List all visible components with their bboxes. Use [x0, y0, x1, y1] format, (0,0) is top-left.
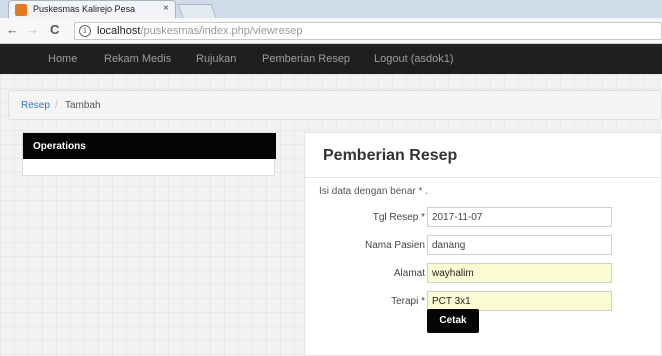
alamat-field[interactable] [427, 263, 612, 283]
nav-home[interactable]: Home [48, 53, 77, 65]
operations-header: Operations [23, 133, 276, 159]
form-hint: Isi data dengan benar * . [319, 186, 428, 197]
nav-rujukan[interactable]: Rujukan [196, 53, 236, 65]
nav-rekam-medis[interactable]: Rekam Medis [104, 53, 171, 65]
page-content: Resep / Tambah Operations Pemberian Rese… [0, 74, 662, 356]
top-navbar: Home Rekam Medis Rujukan Pemberian Resep… [0, 44, 662, 74]
breadcrumb-separator: / [55, 100, 58, 111]
title-divider [305, 177, 662, 178]
alamat-label: Alamat [393, 268, 425, 279]
breadcrumb-link-resep[interactable]: Resep [21, 100, 50, 111]
tab-title: Puskesmas Kalirejo Pesa [33, 4, 136, 14]
nav-logout[interactable]: Logout (asdok1) [374, 53, 454, 65]
breadcrumb-current: Tambah [65, 100, 101, 111]
tgl-resep-field[interactable] [427, 207, 612, 227]
back-icon[interactable]: ← [6, 22, 19, 37]
url-path: /puskesmas/index.php/viewresep [140, 25, 303, 37]
browser-tab-strip: Puskesmas Kalirejo Pesa × [0, 0, 662, 18]
tgl-resep-label: Tgl Resep * [372, 212, 425, 223]
reload-icon[interactable]: C [50, 22, 59, 37]
terapi-field[interactable] [427, 291, 612, 311]
new-tab-button[interactable] [177, 4, 217, 18]
form-panel: Pemberian Resep Isi data dengan benar * … [304, 132, 662, 356]
address-bar: ← → C i localhost/puskesmas/index.php/vi… [0, 18, 662, 44]
favicon-icon [15, 4, 27, 16]
close-tab-icon[interactable]: × [163, 3, 169, 14]
terapi-label: Terapi * [391, 296, 425, 307]
forward-icon[interactable]: → [26, 22, 39, 37]
nama-pasien-field[interactable] [427, 235, 612, 255]
operations-title: Operations [33, 141, 86, 152]
url-input[interactable]: i localhost/puskesmas/index.php/viewrese… [74, 22, 662, 40]
cetak-button[interactable]: Cetak [427, 309, 479, 333]
page-title: Pemberian Resep [323, 147, 458, 164]
url-text: localhost/puskesmas/index.php/viewresep [97, 25, 302, 37]
nav-pemberian-resep[interactable]: Pemberian Resep [262, 53, 350, 65]
nama-pasien-label: Nama Pasien [364, 240, 425, 251]
info-icon[interactable]: i [79, 25, 91, 37]
breadcrumb: Resep / Tambah [8, 90, 662, 120]
operations-panel: Operations [22, 132, 276, 176]
browser-tab[interactable]: Puskesmas Kalirejo Pesa × [8, 0, 176, 18]
url-host: localhost [97, 25, 141, 37]
